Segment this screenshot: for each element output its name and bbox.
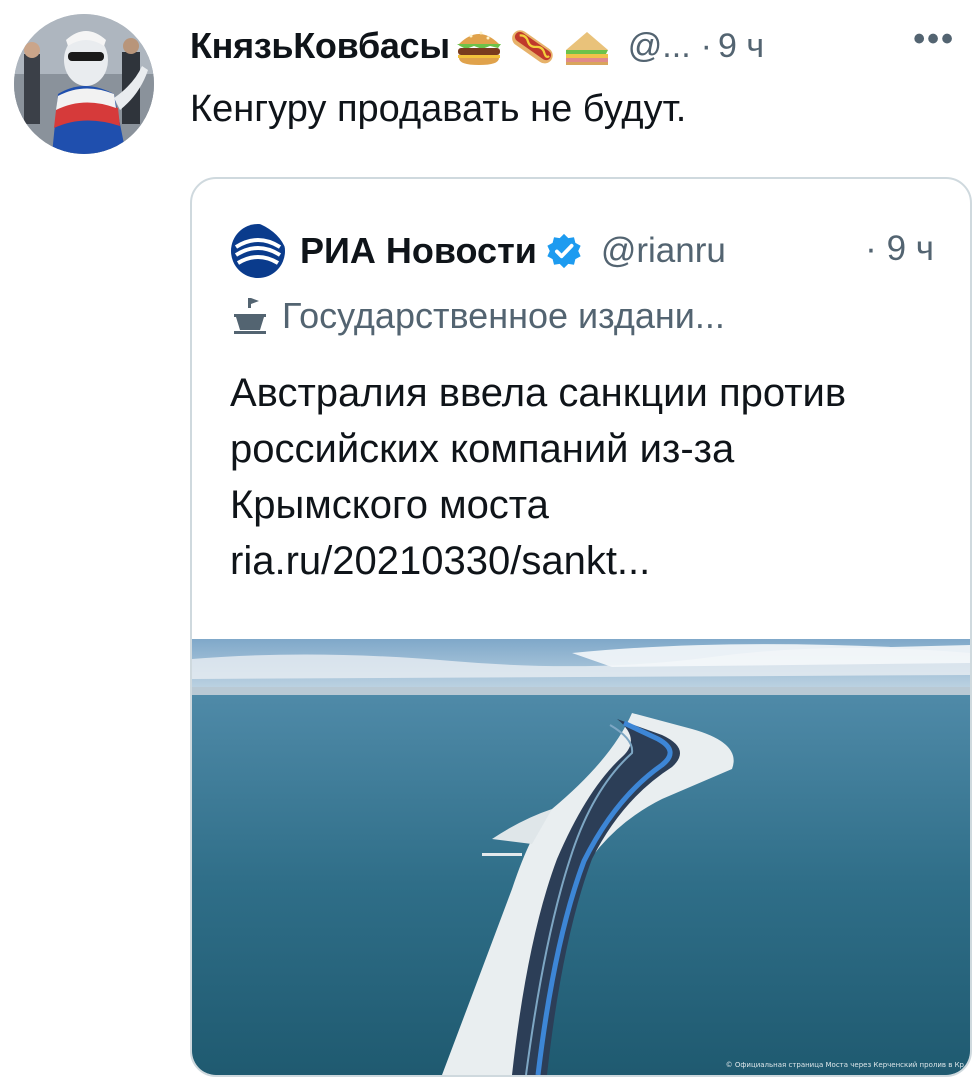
separator-dot: ·: [700, 26, 712, 65]
state-media-label-text: Государственное издани...: [282, 295, 725, 336]
photo-credit: © Официальная страница Моста через Керче…: [725, 1061, 964, 1069]
tweet-header: КнязьКовбасы @... · 9 ч •••: [190, 16, 961, 76]
quoted-tweet-header: РИА Новости @rianru: [230, 223, 726, 279]
tweet-text: Кенгуру продавать не будут.: [190, 88, 687, 130]
more-options-button[interactable]: •••: [913, 20, 955, 59]
quoted-tweet-card[interactable]: РИА Новости @rianru · 9 ч Государственно…: [190, 177, 972, 1077]
article-link[interactable]: ria.ru/20210330/sankt...: [230, 539, 650, 583]
quoted-timestamp-wrap[interactable]: · 9 ч: [865, 229, 934, 269]
quoted-timestamp[interactable]: 9 ч: [887, 229, 934, 268]
quoted-display-name[interactable]: РИА Новости: [300, 230, 537, 272]
display-name[interactable]: КнязьКовбасы: [190, 25, 450, 67]
quoted-tweet-text: Австралия ввела санкции против российски…: [230, 365, 940, 589]
quoted-text-line: Крымского моста: [230, 483, 549, 527]
timestamp[interactable]: 9 ч: [718, 27, 764, 66]
handle[interactable]: @...: [628, 27, 691, 66]
quoted-handle[interactable]: @rianru: [601, 231, 726, 271]
quoted-separator-dot: ·: [865, 229, 877, 268]
quoted-text-line: российских компаний из-за: [230, 427, 735, 471]
ria-logo-icon[interactable]: [230, 223, 286, 279]
bridge-photo[interactable]: © Официальная страница Моста через Керче…: [192, 639, 970, 1075]
avatar[interactable]: [14, 14, 154, 154]
hotdog-emoji: [508, 24, 558, 68]
state-media-label[interactable]: Государственное издани...: [232, 295, 725, 337]
quoted-text-line: Австралия ввела санкции против: [230, 371, 847, 415]
sandwich-emoji: [562, 24, 612, 68]
government-building-icon: [232, 296, 268, 336]
hamburger-emoji: [454, 24, 504, 68]
verified-badge-icon: [545, 232, 583, 270]
